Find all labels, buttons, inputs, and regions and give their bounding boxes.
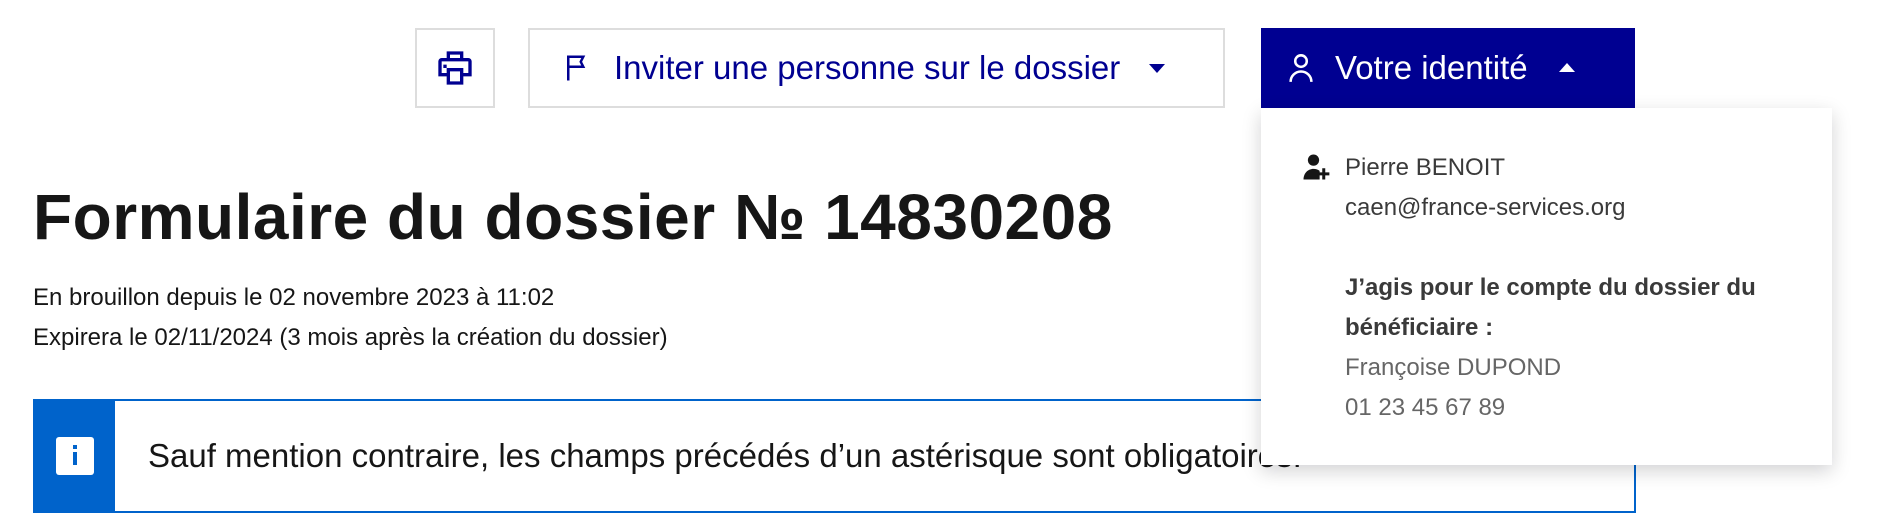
- page-title: Formulaire du dossier № 14830208: [33, 181, 1113, 253]
- invite-person-button[interactable]: Inviter une personne sur le dossier: [528, 28, 1225, 108]
- identity-button-label: Votre identité: [1335, 49, 1528, 86]
- invite-button-label: Inviter une personne sur le dossier: [614, 49, 1121, 86]
- info-icon: [56, 437, 94, 475]
- beneficiary-name: Françoise DUPOND: [1345, 354, 1562, 381]
- identity-button[interactable]: Votre identité: [1261, 28, 1635, 108]
- person-add-icon: [1303, 154, 1330, 180]
- dossier-meta: En brouillon depuis le 02 novembre 2023 …: [33, 278, 668, 358]
- flag-icon: [567, 55, 586, 81]
- caret-up-icon: [1558, 63, 1575, 72]
- identity-details: Pierre BENOIT caen@france-services.org J…: [1261, 148, 1832, 428]
- user-email: caen@france-services.org: [1345, 194, 1626, 221]
- notice-icon-area: [35, 401, 115, 511]
- user-icon: [1289, 54, 1313, 82]
- page: Inviter une personne sur le dossier Votr…: [0, 0, 1894, 532]
- user-name: Pierre BENOIT: [1345, 154, 1506, 181]
- beneficiary-phone: 01 23 45 67 89: [1345, 394, 1506, 421]
- draft-status: En brouillon depuis le 02 novembre 2023 …: [33, 284, 555, 311]
- notice-text: Sauf mention contraire, les champs précé…: [148, 437, 1302, 474]
- expiry-date: Expirera le 02/11/2024 (3 mois après la …: [33, 324, 668, 351]
- caret-down-icon: [1149, 64, 1166, 73]
- print-button[interactable]: [415, 28, 495, 108]
- printer-icon: [438, 51, 472, 85]
- acting-for-label: J’agis pour le compte du dossier du béné…: [1345, 274, 1756, 341]
- identity-dropdown: Pierre BENOIT caen@france-services.org J…: [1261, 108, 1832, 465]
